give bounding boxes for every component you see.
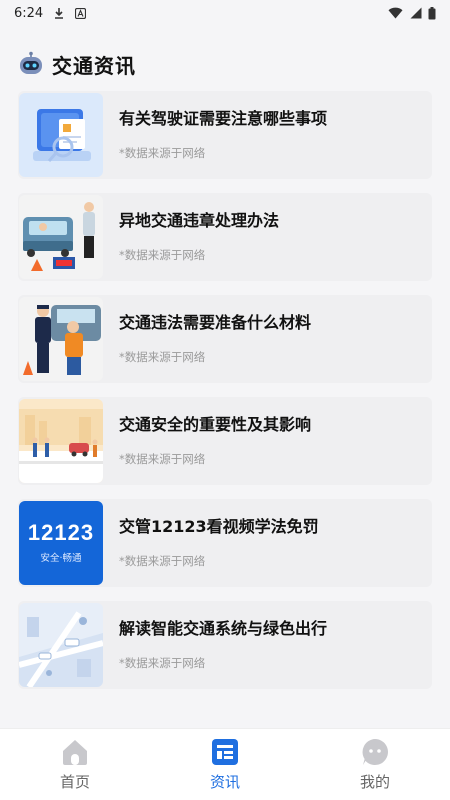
police-inspection-illustration	[19, 297, 103, 381]
tab-label: 我的	[359, 773, 390, 791]
article-title: 异地交通违章处理办法	[119, 211, 280, 230]
logo-subtitle: 安全·畅通	[40, 553, 82, 564]
article-source: *数据来源于网络	[119, 554, 206, 568]
notification-a-icon	[75, 7, 87, 19]
article-title: 交通违法需要准备什么材料	[119, 313, 312, 332]
robot-icon	[18, 51, 44, 77]
article-card[interactable]: 有关驾驶证需要注意哪些事项 *数据来源于网络	[18, 91, 432, 179]
bottom-tab-bar: 首页 资讯 我的	[0, 728, 450, 800]
profile-icon	[360, 737, 390, 767]
article-card[interactable]: 12123 安全·畅通 交管12123看视频学法免罚 *数据来源于网络	[18, 499, 432, 587]
12123-logo: 12123 安全·畅通	[19, 501, 103, 585]
article-card[interactable]: 解读智能交通系统与绿色出行 *数据来源于网络	[18, 601, 432, 689]
logo-number: 12123	[27, 520, 95, 545]
tab-home[interactable]: 首页	[0, 737, 150, 792]
article-list: 有关驾驶证需要注意哪些事项 *数据来源于网络 异地交通违章处理办法 *数据来源于…	[18, 91, 432, 703]
article-title: 交管12123看视频学法免罚	[119, 517, 319, 536]
article-source: *数据来源于网络	[119, 350, 206, 364]
article-card[interactable]: 异地交通违章处理办法 *数据来源于网络	[18, 193, 432, 281]
wifi-icon	[388, 7, 403, 19]
home-icon	[60, 737, 90, 767]
article-source: *数据来源于网络	[119, 248, 206, 262]
tab-label: 资讯	[209, 773, 240, 791]
smart-city-illustration	[19, 603, 103, 687]
battery-icon	[428, 6, 436, 20]
download-icon	[53, 7, 65, 19]
tab-news[interactable]: 资讯	[150, 737, 300, 792]
tab-label: 首页	[59, 773, 90, 791]
page-title: 交通资讯	[52, 53, 136, 78]
news-icon	[210, 737, 240, 767]
article-card[interactable]: 交通违法需要准备什么材料 *数据来源于网络	[18, 295, 432, 383]
status-bar: 6:24	[0, 0, 450, 26]
crosswalk-illustration	[19, 399, 103, 483]
article-source: *数据来源于网络	[119, 452, 206, 466]
article-card[interactable]: 交通安全的重要性及其影响 *数据来源于网络	[18, 397, 432, 485]
article-title: 有关驾驶证需要注意哪些事项	[119, 109, 328, 128]
status-time: 6:24	[14, 5, 44, 21]
article-title: 解读智能交通系统与绿色出行	[119, 619, 328, 638]
tab-profile[interactable]: 我的	[300, 737, 450, 792]
article-source: *数据来源于网络	[119, 146, 206, 160]
license-illustration	[19, 93, 103, 177]
traffic-police-car-illustration	[19, 195, 103, 279]
signal-icon	[409, 7, 422, 19]
page-header: 交通资讯	[18, 46, 136, 82]
article-source: *数据来源于网络	[119, 656, 206, 670]
article-title: 交通安全的重要性及其影响	[119, 415, 312, 434]
